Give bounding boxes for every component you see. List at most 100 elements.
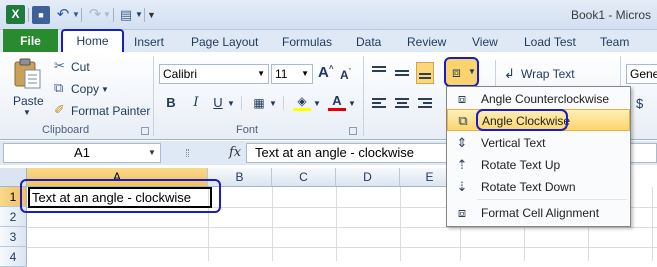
row-header-3[interactable]: 3 <box>0 227 27 247</box>
customize-qat-icon[interactable]: ▼ <box>147 6 156 24</box>
menu-item-format-cell-alignment[interactable]: ⧈ Format Cell Alignment <box>447 202 630 224</box>
redo-dropdown-icon[interactable]: ▼ <box>103 6 111 24</box>
tab-insert[interactable]: Insert <box>134 35 164 49</box>
rotate-text-up-icon: ⇡ <box>456 157 468 172</box>
align-right-icon[interactable] <box>418 96 436 112</box>
row-header-4[interactable]: 4 <box>0 247 27 267</box>
angle-clockwise-icon: ⧉ <box>458 113 468 128</box>
menu-item-label: Angle Counterclockwise <box>481 92 610 106</box>
orientation-menu: ⧈ Angle Counterclockwise ⧉ Angle Clockwi… <box>446 86 631 227</box>
chevron-down-icon: ▼ <box>257 69 265 78</box>
clipboard-group-label: Clipboard <box>42 124 90 136</box>
clipboard-launcher-icon[interactable] <box>141 127 149 135</box>
undo-dropdown-icon[interactable]: ▼ <box>72 6 80 24</box>
toolbar-separator <box>495 60 496 88</box>
wrap-text-button[interactable]: Wrap Text <box>521 67 575 81</box>
orientation-button[interactable]: ⧈ ▼ <box>444 57 479 87</box>
tab-view[interactable]: View <box>472 35 498 49</box>
menu-item-label: Format Cell Alignment <box>481 206 600 220</box>
redo-icon[interactable]: ↷ <box>86 6 104 24</box>
align-top-icon[interactable] <box>372 64 390 80</box>
format-cell-alignment-icon: ⧈ <box>457 205 467 220</box>
fill-color-dropdown-icon[interactable]: ▼ <box>313 99 321 108</box>
menu-separator <box>477 199 627 200</box>
fill-color-icon[interactable]: ◈ <box>293 94 311 111</box>
menu-item-label: Rotate Text Up <box>481 158 561 172</box>
shrink-font-label: A <box>340 68 349 82</box>
format-painter-button[interactable]: Format Painter <box>71 104 150 118</box>
qat-separator <box>81 8 82 22</box>
align-center-icon[interactable] <box>395 96 413 112</box>
borders-icon[interactable]: ▦ <box>250 94 268 112</box>
group-separator <box>153 56 154 136</box>
tab-data[interactable]: Data <box>356 35 381 49</box>
grid-line <box>400 187 401 261</box>
chevron-down-icon: ▼ <box>468 67 476 76</box>
bold-button[interactable]: B <box>162 94 180 112</box>
resize-handle[interactable] <box>186 149 189 157</box>
grow-font-label: A <box>318 64 329 81</box>
copy-icon[interactable]: ⧉ <box>54 80 63 96</box>
accounting-format-button[interactable]: $ <box>636 96 643 111</box>
underline-button[interactable]: U <box>209 94 227 112</box>
tab-page-layout[interactable]: Page Layout <box>191 35 258 49</box>
font-size-value: 11 <box>275 67 288 81</box>
grid-line <box>652 187 653 261</box>
menu-item-rotate-text-down[interactable]: ⇣ Rotate Text Down <box>447 176 630 198</box>
grow-font-button[interactable]: A^ <box>318 64 334 81</box>
align-left-icon[interactable] <box>372 96 390 112</box>
menu-item-angle-counterclockwise[interactable]: ⧈ Angle Counterclockwise <box>447 88 630 110</box>
italic-button[interactable]: I <box>187 94 205 112</box>
annotation-highlight <box>476 109 568 131</box>
font-size-select[interactable]: 11 ▼ <box>271 64 313 84</box>
cut-button[interactable]: Cut <box>71 60 90 74</box>
tab-team[interactable]: Team <box>600 35 629 49</box>
menu-item-vertical-text[interactable]: ⇕ Vertical Text <box>447 132 630 154</box>
name-box[interactable]: A1 <box>3 143 161 163</box>
format-painter-icon[interactable]: ✐ <box>54 102 65 118</box>
number-format-select[interactable]: Gene <box>626 64 657 84</box>
font-group-label: Font <box>236 124 259 136</box>
tab-load-test[interactable]: Load Test <box>524 35 576 49</box>
paste-dropdown-icon[interactable]: ▼ <box>23 108 31 117</box>
paste-button-label[interactable]: Paste <box>13 94 44 108</box>
align-bottom-icon[interactable] <box>416 62 434 84</box>
tab-review[interactable]: Review <box>407 35 446 49</box>
copy-button[interactable]: Copy <box>71 82 99 96</box>
underline-dropdown-icon[interactable]: ▼ <box>227 99 235 108</box>
group-separator <box>363 56 364 136</box>
menu-item-label: Vertical Text <box>481 136 546 150</box>
shrink-font-button[interactable]: Aˇ <box>340 68 351 82</box>
qat-separator <box>113 8 114 22</box>
insert-function-button[interactable]: fx <box>229 145 241 160</box>
name-box-dropdown-icon[interactable]: ▼ <box>148 148 156 157</box>
font-launcher-icon[interactable] <box>349 127 357 135</box>
scissors-icon[interactable]: ✂ <box>54 58 65 74</box>
orientation-icon: ⧈ <box>452 64 461 80</box>
toolbar-separator <box>283 96 284 110</box>
font-color-icon[interactable]: A <box>328 94 346 111</box>
menu-item-rotate-text-up[interactable]: ⇡ Rotate Text Up <box>447 154 630 176</box>
chevron-down-icon: ▼ <box>301 69 309 78</box>
excel-logo-icon[interactable]: X <box>6 5 25 24</box>
save-icon[interactable]: ■ <box>32 6 50 24</box>
column-header-c[interactable]: C <box>272 168 336 187</box>
borders-dropdown-icon[interactable]: ▼ <box>269 99 277 108</box>
print-dropdown-icon[interactable]: ▼ <box>135 6 143 24</box>
column-header-d[interactable]: D <box>336 168 400 187</box>
font-color-dropdown-icon[interactable]: ▼ <box>348 99 356 108</box>
print-preview-icon[interactable]: ▤ <box>117 6 135 24</box>
align-middle-icon[interactable] <box>395 66 413 82</box>
font-family-select[interactable]: Calibri ▼ <box>159 64 269 84</box>
tab-formulas[interactable]: Formulas <box>282 35 332 49</box>
menu-item-label: Rotate Text Down <box>481 180 576 194</box>
wrap-text-icon[interactable]: ↲ <box>504 66 515 82</box>
qat-separator <box>28 8 29 22</box>
paste-icon[interactable] <box>12 58 42 90</box>
undo-icon[interactable]: ↶ <box>54 6 72 24</box>
angle-counterclockwise-icon: ⧈ <box>457 91 467 106</box>
tab-home[interactable]: Home <box>61 29 124 53</box>
rotate-text-down-icon: ⇣ <box>456 179 468 194</box>
copy-dropdown-icon[interactable]: ▼ <box>101 85 109 94</box>
tab-file[interactable]: File <box>3 29 58 53</box>
